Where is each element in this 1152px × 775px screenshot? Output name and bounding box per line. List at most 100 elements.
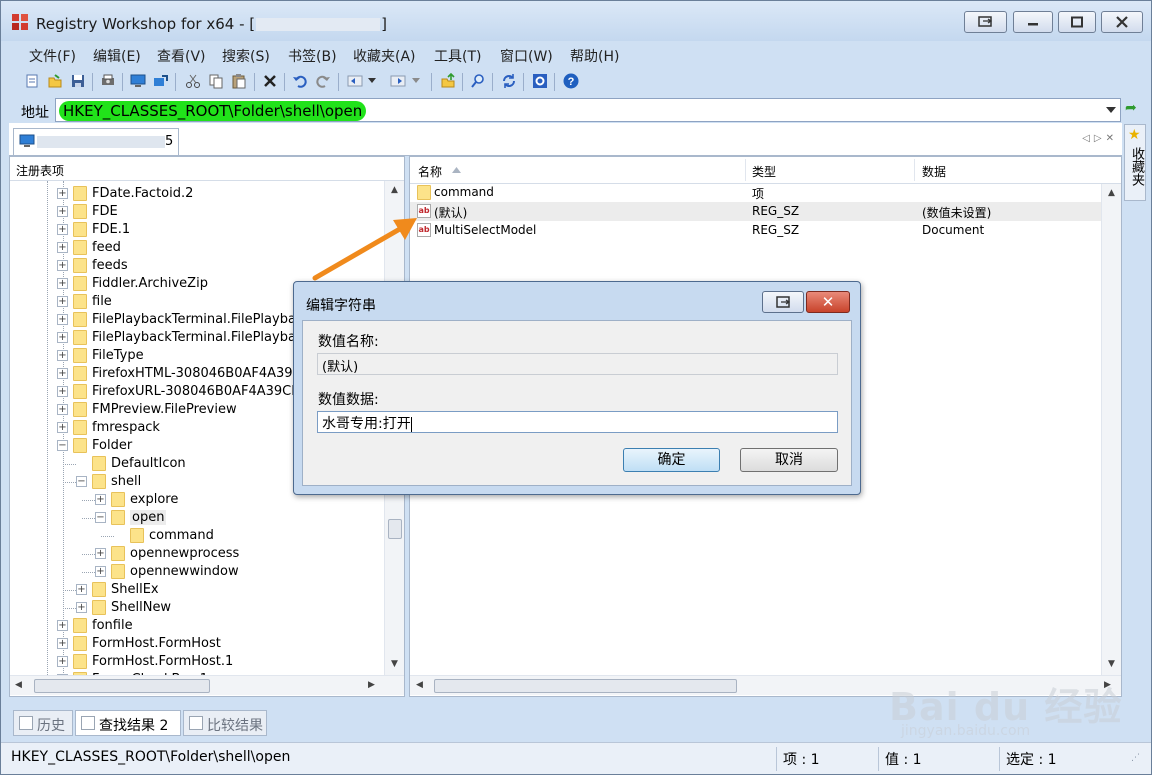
value-row[interactable]: ab MultiSelectModel REG_SZ Document	[410, 221, 1121, 240]
value-data-input[interactable]: 水哥专用:打开	[317, 411, 838, 433]
scroll-left-icon[interactable]: ◀	[15, 680, 22, 690]
menu-window[interactable]: 窗口(W)	[500, 46, 553, 66]
window-help-button[interactable]	[964, 11, 1007, 33]
settings-icon[interactable]	[531, 72, 549, 90]
dialog-close-button[interactable]: ✕	[806, 291, 850, 313]
values-vertical-scrollbar[interactable]: ▲ ▼	[1101, 184, 1121, 675]
expand-icon[interactable]: +	[76, 602, 87, 613]
tree-node[interactable]: + opennewwindow	[10, 563, 383, 581]
copy-icon[interactable]	[207, 72, 225, 90]
menu-bookmarks[interactable]: 书签(B)	[288, 46, 337, 66]
undo-icon[interactable]	[291, 72, 309, 90]
scroll-thumb[interactable]	[434, 679, 737, 693]
expand-icon[interactable]: +	[57, 656, 68, 667]
expand-icon[interactable]: +	[57, 188, 68, 199]
title-bar[interactable]: Registry Workshop for x64 - []	[1, 1, 1151, 41]
resize-grip-icon[interactable]: ⋰	[1131, 753, 1140, 763]
expand-icon[interactable]: +	[57, 350, 68, 361]
back-dropdown-icon[interactable]	[366, 72, 378, 90]
ok-button[interactable]: 确定	[623, 448, 720, 472]
paste-icon[interactable]	[230, 72, 248, 90]
expand-icon[interactable]: +	[95, 548, 106, 559]
address-input[interactable]: HKEY_CLASSES_ROOT\Folder\shell\open	[55, 98, 1121, 122]
back-icon[interactable]	[346, 72, 364, 90]
favorites-side-tab[interactable]: ★ 收藏夹	[1124, 124, 1146, 201]
forward-dropdown-icon[interactable]	[410, 72, 422, 90]
save-icon[interactable]	[69, 72, 87, 90]
forward-icon[interactable]	[389, 72, 407, 90]
new-icon[interactable]	[23, 72, 41, 90]
tab-find-results[interactable]: 查找结果 2	[75, 710, 181, 736]
help-icon[interactable]: ?	[562, 72, 580, 90]
tree-node[interactable]: + ShellNew	[10, 599, 383, 617]
maximize-button[interactable]	[1058, 11, 1096, 33]
tree-node[interactable]: − open	[10, 509, 383, 527]
scroll-left-icon[interactable]: ◀	[416, 680, 423, 690]
menu-tools[interactable]: 工具(T)	[434, 46, 481, 66]
refresh-icon[interactable]	[500, 72, 518, 90]
column-separator[interactable]	[914, 159, 915, 181]
menu-favorites[interactable]: 收藏夹(A)	[353, 46, 416, 66]
column-name[interactable]: 名称	[418, 163, 442, 180]
expand-icon[interactable]: +	[57, 242, 68, 253]
printer-icon[interactable]	[99, 72, 117, 90]
scroll-up-icon[interactable]: ▲	[391, 185, 398, 195]
expand-icon[interactable]: +	[76, 584, 87, 595]
expand-icon[interactable]: +	[57, 296, 68, 307]
collapse-icon[interactable]: −	[95, 512, 106, 523]
menu-view[interactable]: 查看(V)	[157, 46, 206, 66]
tree-horizontal-scrollbar[interactable]: ◀ ▶	[10, 675, 404, 695]
collapse-icon[interactable]: −	[57, 440, 68, 451]
expand-icon[interactable]: +	[57, 638, 68, 649]
cut-icon[interactable]	[184, 72, 202, 90]
delete-icon[interactable]	[261, 72, 279, 90]
expand-icon[interactable]: +	[57, 422, 68, 433]
scroll-up-icon[interactable]: ▲	[1108, 188, 1115, 198]
expand-icon[interactable]: +	[57, 404, 68, 415]
tab-history[interactable]: 历史	[13, 710, 73, 736]
column-separator[interactable]	[745, 159, 746, 181]
expand-icon[interactable]: +	[95, 494, 106, 505]
close-button[interactable]	[1101, 11, 1143, 33]
expand-icon[interactable]: +	[57, 386, 68, 397]
open-icon[interactable]	[46, 72, 64, 90]
computer-icon[interactable]	[129, 72, 147, 90]
expand-icon[interactable]: +	[57, 224, 68, 235]
collapse-icon[interactable]: −	[76, 476, 87, 487]
expand-icon[interactable]: +	[95, 566, 106, 577]
scroll-thumb[interactable]	[34, 679, 210, 693]
tab-local-computer[interactable]: 5	[13, 128, 179, 155]
menu-search[interactable]: 搜索(S)	[222, 46, 270, 66]
tree-node[interactable]: + ShellEx	[10, 581, 383, 599]
connect-icon[interactable]	[152, 72, 170, 90]
cancel-button[interactable]: 取消	[740, 448, 838, 472]
redo-icon[interactable]	[314, 72, 332, 90]
tab-compare-results[interactable]: 比较结果	[183, 710, 267, 736]
minimize-button[interactable]	[1013, 11, 1053, 33]
expand-icon[interactable]: +	[57, 260, 68, 271]
go-arrow-icon[interactable]: ➦	[1125, 100, 1137, 116]
tree-node[interactable]: + FormHost.FormHost	[10, 635, 383, 653]
menu-help[interactable]: 帮助(H)	[570, 46, 619, 66]
column-type[interactable]: 类型	[752, 163, 776, 180]
tree-node[interactable]: + fonfile	[10, 617, 383, 635]
expand-icon[interactable]: +	[57, 332, 68, 343]
tab-scroll-arrows-icon[interactable]: ◁▷✕	[1082, 133, 1118, 144]
expand-icon[interactable]: +	[57, 278, 68, 289]
tree-node[interactable]: command	[10, 527, 383, 545]
column-data[interactable]: 数据	[922, 163, 946, 180]
expand-icon[interactable]: +	[57, 206, 68, 217]
tree-node[interactable]: + FormHost.FormHost.1	[10, 653, 383, 671]
dialog-help-button[interactable]	[762, 291, 804, 313]
scroll-right-icon[interactable]: ▶	[368, 680, 375, 690]
value-row[interactable]: ab (默认) REG_SZ (数值未设置)	[410, 202, 1121, 221]
expand-icon[interactable]: +	[57, 314, 68, 325]
scroll-thumb[interactable]	[388, 519, 402, 539]
expand-icon[interactable]: +	[57, 620, 68, 631]
tree-node[interactable]: + opennewprocess	[10, 545, 383, 563]
up-level-icon[interactable]	[439, 72, 457, 90]
expand-icon[interactable]: +	[57, 368, 68, 379]
value-row[interactable]: command 项	[410, 183, 1121, 202]
tree-node[interactable]: + FDate.Factoid.2	[10, 185, 383, 203]
find-icon[interactable]	[469, 72, 487, 90]
